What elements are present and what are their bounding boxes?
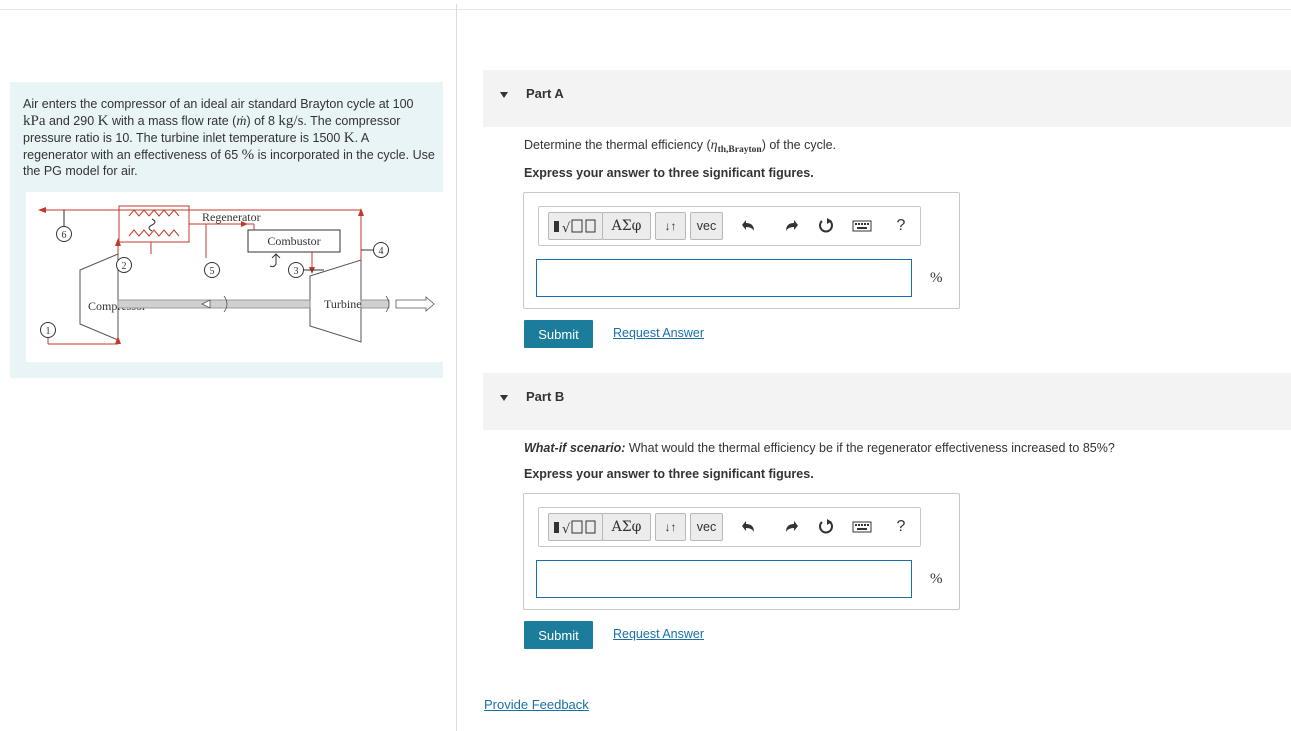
part-a-unit: % (930, 270, 943, 286)
problem-text-3: with a mass flow rate ( (108, 113, 237, 128)
turbine-label: Turbine (324, 297, 362, 311)
state-1-label: 1 (46, 326, 51, 337)
part-b-answer-box: √ ΑΣφ ↓↑ vec ? % (523, 493, 960, 610)
keyboard-icon[interactable] (852, 517, 872, 537)
part-b-request-answer-link[interactable]: Request Answer (613, 627, 704, 641)
shaft (117, 299, 311, 309)
state-3-label: 3 (294, 266, 299, 277)
brayton-cycle-diagram: Regenerator 6 Combustor 5 3 4 Compressor… (26, 192, 443, 362)
turbine-exit-arrow (358, 208, 364, 216)
mass-flow-symbol: ṁ (236, 113, 247, 129)
part-b-submit-button[interactable]: Submit (524, 621, 593, 649)
part-b-math-toolbar: √ ΑΣφ ↓↑ vec ? (538, 507, 921, 547)
part-a-instruction: Express your answer to three significant… (524, 166, 814, 180)
state-2-label: 2 (122, 261, 127, 272)
combustor-label: Combustor (267, 234, 320, 248)
templates-button[interactable]: √ (548, 212, 603, 240)
greek-symbols-button[interactable]: ΑΣφ (602, 212, 651, 240)
unit-kpa: kPa (23, 112, 46, 129)
compressor-body (79, 253, 119, 341)
top-rule (0, 9, 1291, 10)
eta-subscript: th,Brayton (717, 145, 762, 155)
redo-icon[interactable] (780, 517, 800, 537)
part-a-answer-box: √ ΑΣφ ↓↑ vec ? % (523, 192, 960, 309)
vector-button[interactable]: vec (690, 212, 723, 240)
undo-icon[interactable] (740, 216, 760, 236)
problem-text-2: and 290 (45, 113, 98, 128)
part-a-title: Part A (526, 86, 564, 101)
regenerator-label: Regenerator (202, 210, 261, 224)
state-5-label: 5 (210, 266, 215, 277)
part-b-answer-input[interactable] (536, 560, 912, 598)
vector-button[interactable]: vec (690, 513, 723, 541)
collapse-arrow-icon[interactable] (500, 92, 508, 98)
eta-letter: η (710, 138, 718, 153)
reset-icon[interactable] (816, 216, 836, 236)
collapse-arrow-icon[interactable] (500, 395, 508, 401)
what-if-label: What-if scenario: (524, 441, 626, 455)
undo-icon[interactable] (740, 517, 760, 537)
unit-kgs: kg/s (278, 112, 304, 129)
part-a-submit-button[interactable]: Submit (524, 320, 593, 348)
part-b-title: Part B (526, 389, 565, 404)
exhaust-arrow (38, 207, 46, 213)
part-a-math-toolbar: √ ΑΣφ ↓↑ vec ? (538, 206, 921, 246)
provide-feedback-link[interactable]: Provide Feedback (484, 697, 589, 712)
help-icon[interactable]: ? (891, 517, 911, 537)
eta-symbol: ηth,Brayton (710, 138, 762, 155)
templates-icon: √ (554, 520, 596, 537)
redo-icon[interactable] (780, 216, 800, 236)
part-a-prompt-pre: Determine the thermal efficiency ( (524, 138, 711, 152)
subscript-superscript-button[interactable]: ↓↑ (655, 212, 686, 240)
part-a-request-answer-link[interactable]: Request Answer (613, 326, 704, 340)
templates-button[interactable]: √ (548, 513, 603, 541)
shaft-output (360, 299, 390, 309)
part-b-header[interactable]: Part B (483, 373, 1291, 430)
unit-k-2: K (343, 130, 355, 147)
templates-icon: √ (554, 219, 596, 236)
part-b-prompt-text: What would the thermal efficiency be if … (625, 441, 1115, 455)
svg-text:√: √ (562, 522, 571, 537)
state-6-label: 6 (62, 230, 67, 241)
problem-text-1: Air enters the compressor of an ideal ai… (23, 97, 414, 111)
subscript-superscript-button[interactable]: ↓↑ (655, 513, 686, 541)
part-b-instruction: Express your answer to three significant… (524, 467, 814, 481)
diagram-svg: Regenerator 6 Combustor 5 3 4 Compressor… (38, 205, 435, 345)
unit-percent: % (241, 146, 255, 163)
column-divider (456, 4, 457, 731)
unit-k: K (97, 112, 109, 129)
part-a-answer-input[interactable] (536, 259, 912, 297)
help-icon[interactable]: ? (891, 216, 911, 236)
reset-icon[interactable] (816, 517, 836, 537)
problem-text: Air enters the compressor of an ideal ai… (23, 96, 435, 180)
greek-symbols-button[interactable]: ΑΣφ (602, 513, 651, 541)
state-4-label: 4 (379, 246, 384, 257)
problem-statement: Air enters the compressor of an ideal ai… (10, 82, 443, 378)
part-a-header[interactable]: Part A (483, 70, 1291, 127)
part-b-prompt: What-if scenario: What would the thermal… (524, 441, 1115, 455)
fuel-input-icon (269, 253, 281, 268)
keyboard-icon[interactable] (852, 216, 872, 236)
part-b-unit: % (930, 571, 943, 587)
problem-text-4: ) of 8 (246, 113, 279, 128)
net-work-arrow (395, 296, 435, 312)
part-a-prompt: Determine the thermal efficiency (ηth,Br… (524, 138, 836, 155)
part-a-prompt-post: ) of the cycle. (761, 138, 837, 152)
svg-text:√: √ (562, 221, 571, 236)
